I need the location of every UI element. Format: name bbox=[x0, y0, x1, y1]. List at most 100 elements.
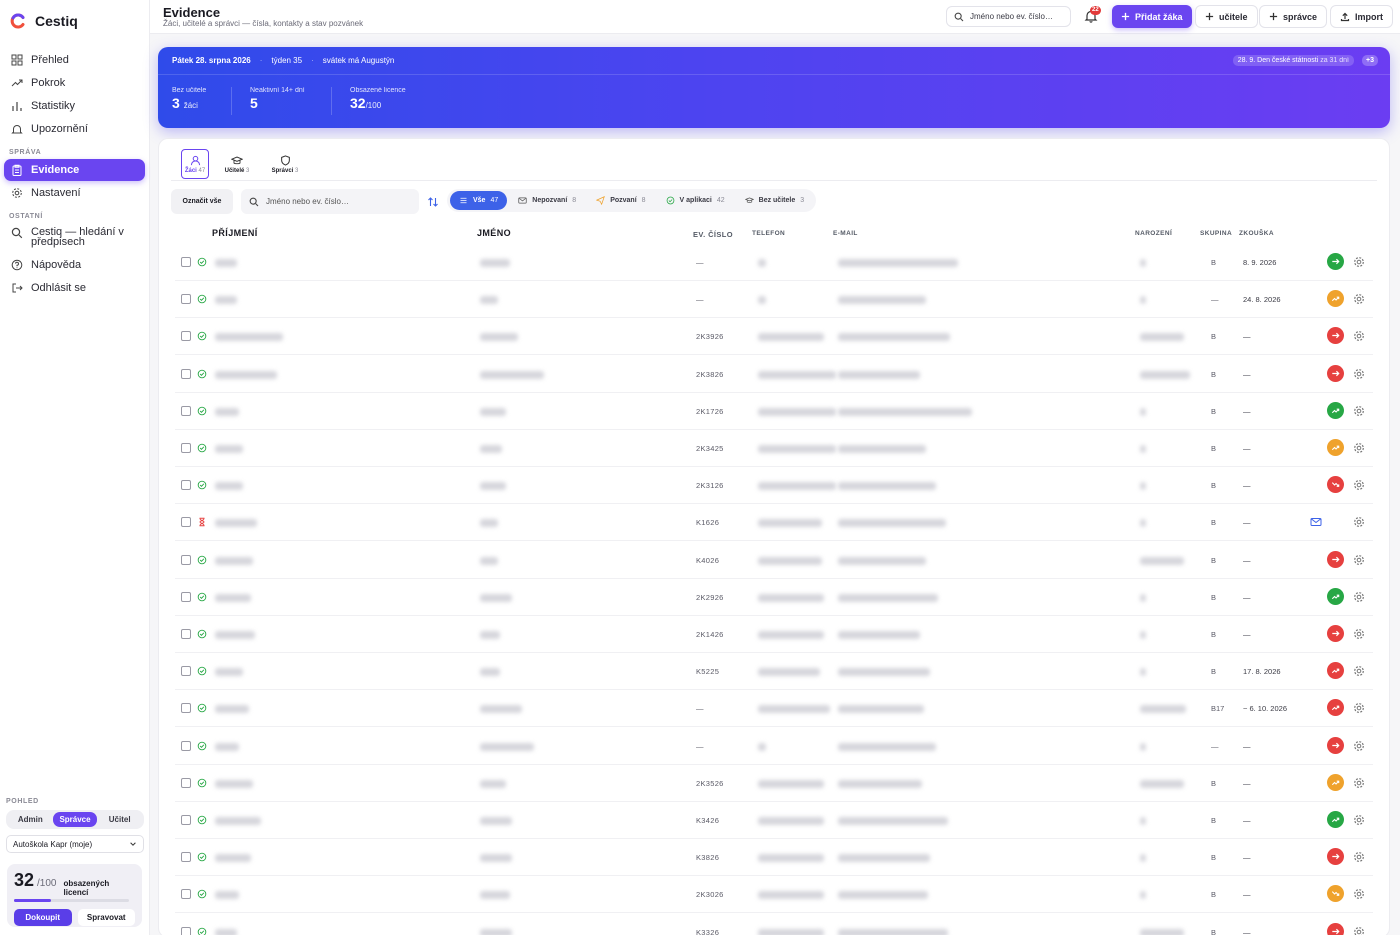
row-settings-gear-icon[interactable] bbox=[1353, 516, 1365, 528]
row-settings-gear-icon[interactable] bbox=[1353, 405, 1365, 417]
sidebar-item-evidence[interactable]: Evidence bbox=[4, 159, 145, 181]
row-settings-gear-icon[interactable] bbox=[1353, 777, 1365, 789]
progress-trend-orange-icon[interactable] bbox=[1327, 885, 1344, 903]
row-checkbox[interactable] bbox=[181, 852, 191, 863]
import-button[interactable]: Import bbox=[1330, 5, 1393, 28]
progress-trend-red-icon[interactable] bbox=[1327, 662, 1344, 680]
row-settings-gear-icon[interactable] bbox=[1353, 293, 1365, 305]
progress-trend-red-icon[interactable] bbox=[1327, 625, 1344, 642]
table-row[interactable]: 2K2926 B — bbox=[175, 579, 1373, 616]
filter-pozvan[interactable]: Pozvaní 8 bbox=[587, 191, 654, 210]
col-ev[interactable]: EV. ČÍSLO bbox=[693, 230, 733, 239]
buy-licenses-button[interactable]: Dokoupit bbox=[14, 909, 72, 926]
row-checkbox[interactable] bbox=[181, 777, 191, 788]
row-checkbox[interactable] bbox=[181, 703, 191, 714]
progress-trend-orange-icon[interactable] bbox=[1327, 439, 1344, 456]
row-checkbox[interactable] bbox=[181, 889, 191, 900]
row-settings-gear-icon[interactable] bbox=[1353, 702, 1365, 714]
row-checkbox[interactable] bbox=[181, 926, 191, 935]
table-row[interactable]: 2K3826 B — bbox=[175, 356, 1373, 393]
table-row[interactable]: — — 24. 8. 2026 bbox=[175, 281, 1373, 319]
brand[interactable]: Cestiq bbox=[0, 0, 149, 42]
table-row[interactable]: 2K1426 B — bbox=[175, 616, 1373, 653]
row-checkbox[interactable] bbox=[181, 666, 191, 677]
row-settings-gear-icon[interactable] bbox=[1353, 665, 1365, 677]
add-teacher-button[interactable]: učitele bbox=[1195, 5, 1258, 28]
col-surname[interactable]: PŘÍJMENÍ bbox=[212, 228, 258, 238]
tab-teachers[interactable]: Učitelé 3 bbox=[217, 149, 257, 179]
progress-trend-red-icon[interactable] bbox=[1327, 922, 1344, 935]
progress-trend-red-icon[interactable] bbox=[1327, 736, 1344, 754]
row-checkbox[interactable] bbox=[181, 815, 191, 825]
tab-admins[interactable]: Správci 3 bbox=[265, 149, 305, 179]
upcoming-event-pill[interactable]: 28. 9. Den české státnosti za 31 dní bbox=[1232, 55, 1354, 66]
sidebar-item-pokrok[interactable]: Pokrok bbox=[4, 72, 145, 94]
progress-trend-red-icon[interactable] bbox=[1327, 699, 1344, 717]
role-option-spravce[interactable]: Správce bbox=[52, 812, 98, 827]
more-events-badge[interactable]: +3 bbox=[1362, 55, 1378, 66]
progress-trend-green-icon[interactable] bbox=[1327, 401, 1344, 419]
add-admin-button[interactable]: správce bbox=[1259, 5, 1328, 28]
tab-students[interactable]: Žáci 47 bbox=[181, 149, 209, 179]
filter-v-aplikaci[interactable]: V aplikaci 42 bbox=[657, 191, 734, 210]
table-row[interactable]: — B 8. 9. 2026 bbox=[175, 244, 1373, 281]
sidebar-item-p-ehled[interactable]: Přehled bbox=[4, 49, 145, 71]
row-settings-gear-icon[interactable] bbox=[1353, 591, 1365, 603]
filter-bez-u-itele[interactable]: Bez učitele 3 bbox=[736, 191, 813, 210]
table-row[interactable]: K1626 B — bbox=[175, 504, 1373, 542]
table-row[interactable]: 2K1726 B — bbox=[175, 393, 1373, 430]
role-option-ucitel[interactable]: Učitel bbox=[97, 812, 142, 827]
col-name[interactable]: JMÉNO bbox=[477, 228, 511, 238]
row-checkbox[interactable] bbox=[181, 294, 191, 305]
progress-trend-red-icon[interactable] bbox=[1327, 550, 1344, 568]
sidebar-item-cestiq-hled-n-v-p-edpisech[interactable]: Cestiq — hledání v předpisech bbox=[4, 223, 145, 253]
mark-all-button[interactable]: Označit vše bbox=[171, 189, 233, 214]
table-row[interactable]: K3426 B — bbox=[175, 802, 1373, 839]
row-settings-gear-icon[interactable] bbox=[1353, 628, 1365, 640]
manage-licenses-button[interactable]: Spravovat bbox=[77, 909, 135, 926]
row-settings-gear-icon[interactable] bbox=[1353, 740, 1365, 752]
progress-trend-red-icon[interactable] bbox=[1327, 476, 1344, 494]
global-search-input[interactable]: Jméno nebo ev. číslo… bbox=[946, 6, 1071, 27]
progress-trend-red-icon[interactable] bbox=[1327, 327, 1344, 345]
sidebar-item-statistiky[interactable]: Statistiky bbox=[4, 95, 145, 117]
table-row[interactable]: 2K3026 B — bbox=[175, 876, 1373, 914]
row-checkbox[interactable] bbox=[181, 740, 191, 751]
row-checkbox[interactable] bbox=[181, 368, 191, 379]
table-row[interactable]: K5225 B 17. 8. 2026 bbox=[175, 653, 1373, 691]
sidebar-item-n-pov-da[interactable]: Nápověda bbox=[4, 254, 145, 276]
row-settings-gear-icon[interactable] bbox=[1353, 926, 1365, 935]
row-checkbox[interactable] bbox=[181, 591, 191, 602]
progress-trend-orange-icon[interactable] bbox=[1327, 290, 1344, 308]
row-checkbox[interactable] bbox=[181, 405, 191, 416]
row-checkbox[interactable] bbox=[181, 629, 191, 639]
row-checkbox[interactable] bbox=[181, 517, 191, 528]
row-settings-gear-icon[interactable] bbox=[1353, 256, 1365, 268]
table-row[interactable]: 2K3926 B — bbox=[175, 318, 1373, 356]
school-select[interactable]: Autoškola Kapr (moje) bbox=[6, 835, 144, 853]
table-row[interactable]: 2K3526 B — bbox=[175, 765, 1373, 802]
progress-trend-green-icon[interactable] bbox=[1327, 587, 1344, 605]
row-settings-gear-icon[interactable] bbox=[1353, 479, 1365, 491]
row-settings-gear-icon[interactable] bbox=[1353, 442, 1365, 454]
row-settings-gear-icon[interactable] bbox=[1353, 888, 1365, 900]
progress-trend-green-icon[interactable] bbox=[1327, 811, 1344, 828]
role-option-admin[interactable]: Admin bbox=[8, 812, 53, 827]
table-row[interactable]: K4026 B — bbox=[175, 542, 1373, 579]
table-row[interactable]: — B17 ~ 6. 10. 2026 bbox=[175, 690, 1373, 728]
progress-trend-green-icon[interactable] bbox=[1327, 253, 1344, 270]
row-checkbox[interactable] bbox=[181, 331, 191, 342]
row-checkbox[interactable] bbox=[181, 480, 191, 491]
row-settings-gear-icon[interactable] bbox=[1353, 330, 1365, 342]
table-row[interactable]: 2K3425 B — bbox=[175, 430, 1373, 467]
filter-v-e[interactable]: Vše 47 bbox=[450, 191, 508, 210]
progress-trend-red-icon[interactable] bbox=[1327, 364, 1344, 382]
table-row[interactable]: K3826 B — bbox=[175, 839, 1373, 877]
progress-trend-orange-icon[interactable] bbox=[1327, 773, 1344, 791]
progress-trend-red-icon[interactable] bbox=[1327, 848, 1344, 866]
resend-invite-icon[interactable] bbox=[1310, 516, 1322, 528]
sidebar-item-nastaven[interactable]: Nastavení bbox=[4, 182, 145, 204]
sidebar-item-odhl-sit-se[interactable]: Odhlásit se bbox=[4, 277, 145, 299]
list-search-input[interactable]: Jméno nebo ev. číslo… bbox=[241, 189, 419, 214]
table-row[interactable]: K3326 B — bbox=[175, 914, 1373, 935]
